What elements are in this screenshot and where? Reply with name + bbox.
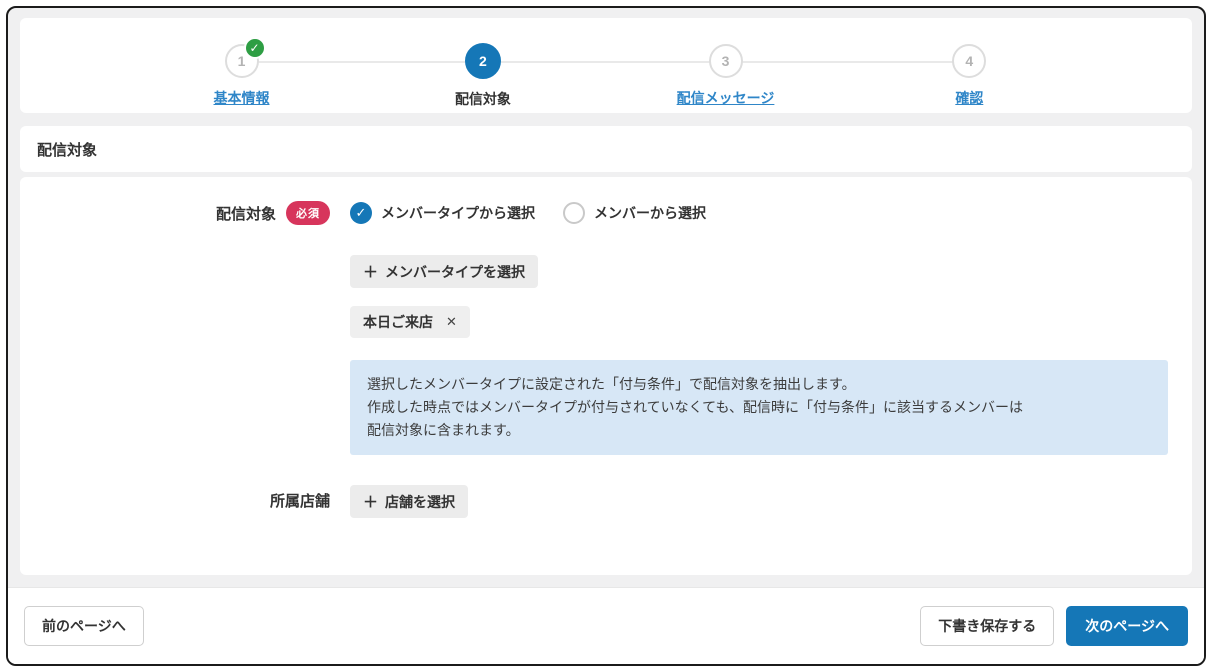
step-4-circle: 4	[952, 44, 986, 78]
next-page-button[interactable]: 次のページへ	[1066, 606, 1188, 646]
step-3-label-link[interactable]: 配信メッセージ	[646, 88, 806, 108]
previous-page-button[interactable]: 前のページへ	[24, 606, 144, 646]
radio-unchecked-icon[interactable]	[563, 202, 585, 224]
selected-member-type-tag-label: 本日ご来店	[363, 312, 433, 332]
section-title: 配信対象	[37, 139, 97, 160]
step-2-circle: 2	[465, 43, 501, 79]
save-draft-button[interactable]: 下書き保存する	[920, 606, 1054, 646]
radio-member-type-label: メンバータイプから選択	[381, 203, 535, 223]
selected-member-type-row: 本日ご来店 ✕	[350, 306, 1176, 338]
footer-action-bar: 前のページへ 下書き保存する 次のページへ	[8, 587, 1204, 664]
stepper: 1 ✓ 基本情報 2 配信対象 3 配信メッセージ 4 確認	[20, 18, 1192, 113]
step-3-number: 3	[722, 53, 730, 69]
delivery-target-row: 配信対象 必須 ✓ メンバータイプから選択 メンバーから選択 ＋	[20, 199, 1192, 455]
add-member-type-button-label: メンバータイプを選択	[385, 262, 525, 282]
step-1-circle: 1 ✓	[225, 44, 259, 78]
delivery-target-label: 配信対象	[216, 203, 276, 224]
remove-tag-icon[interactable]: ✕	[446, 314, 457, 330]
target-radio-group: ✓ メンバータイプから選択 メンバーから選択	[350, 199, 1176, 227]
radio-checked-icon[interactable]: ✓	[350, 202, 372, 224]
wizard-window: 1 ✓ 基本情報 2 配信対象 3 配信メッセージ 4 確認 配信対象	[6, 6, 1206, 666]
section-header: 配信対象	[20, 126, 1192, 172]
plus-icon: ＋	[363, 491, 378, 512]
required-badge: 必須	[286, 201, 330, 225]
step-1-number: 1	[238, 53, 246, 69]
store-label-col: 所属店舗	[20, 485, 350, 515]
info-line-3: 配信対象に含まれます。	[367, 419, 1151, 442]
step-delivery-message: 3 配信メッセージ	[646, 44, 806, 108]
store-controls: ＋ 店舗を選択	[350, 485, 1192, 518]
info-line-1: 選択したメンバータイプに設定された「付与条件」で配信対象を抽出します。	[367, 373, 1151, 396]
step-2-number: 2	[479, 53, 487, 69]
radio-member-label: メンバーから選択	[594, 203, 706, 223]
store-label: 所属店舗	[270, 490, 330, 511]
step-3-circle: 3	[709, 44, 743, 78]
form-content: 配信対象 必須 ✓ メンバータイプから選択 メンバーから選択 ＋	[20, 177, 1192, 575]
extraction-info-box: 選択したメンバータイプに設定された「付与条件」で配信対象を抽出します。 作成した…	[350, 360, 1168, 455]
add-member-type-button[interactable]: ＋ メンバータイプを選択	[350, 255, 538, 288]
stepper-connector-line	[243, 61, 970, 63]
store-row: 所属店舗 ＋ 店舗を選択	[20, 485, 1192, 518]
step-1-complete-check-icon: ✓	[244, 37, 266, 59]
step-delivery-target: 2 配信対象	[403, 44, 563, 109]
add-store-button-label: 店舗を選択	[385, 492, 455, 512]
step-basic-info: 1 ✓ 基本情報	[162, 44, 322, 108]
plus-icon: ＋	[363, 261, 378, 282]
delivery-target-controls: ✓ メンバータイプから選択 メンバーから選択 ＋ メンバータイプを選択	[350, 199, 1192, 455]
selected-member-type-tag: 本日ご来店 ✕	[350, 306, 470, 338]
step-1-label-link[interactable]: 基本情報	[162, 88, 322, 108]
info-line-2: 作成した時点ではメンバータイプが付与されていなくても、配信時に「付与条件」に該当…	[367, 396, 1151, 419]
step-2-label: 配信対象	[403, 89, 563, 109]
radio-select-by-member-type[interactable]: ✓ メンバータイプから選択	[350, 202, 535, 224]
add-store-button[interactable]: ＋ 店舗を選択	[350, 485, 468, 518]
radio-select-by-member[interactable]: メンバーから選択	[563, 202, 706, 224]
step-4-number: 4	[965, 53, 973, 69]
step-4-label-link[interactable]: 確認	[889, 88, 1049, 108]
delivery-target-label-col: 配信対象 必須	[20, 199, 350, 227]
footer-right-group: 下書き保存する 次のページへ	[920, 606, 1188, 646]
step-confirm: 4 確認	[889, 44, 1049, 108]
member-type-button-row: ＋ メンバータイプを選択	[350, 255, 1176, 288]
